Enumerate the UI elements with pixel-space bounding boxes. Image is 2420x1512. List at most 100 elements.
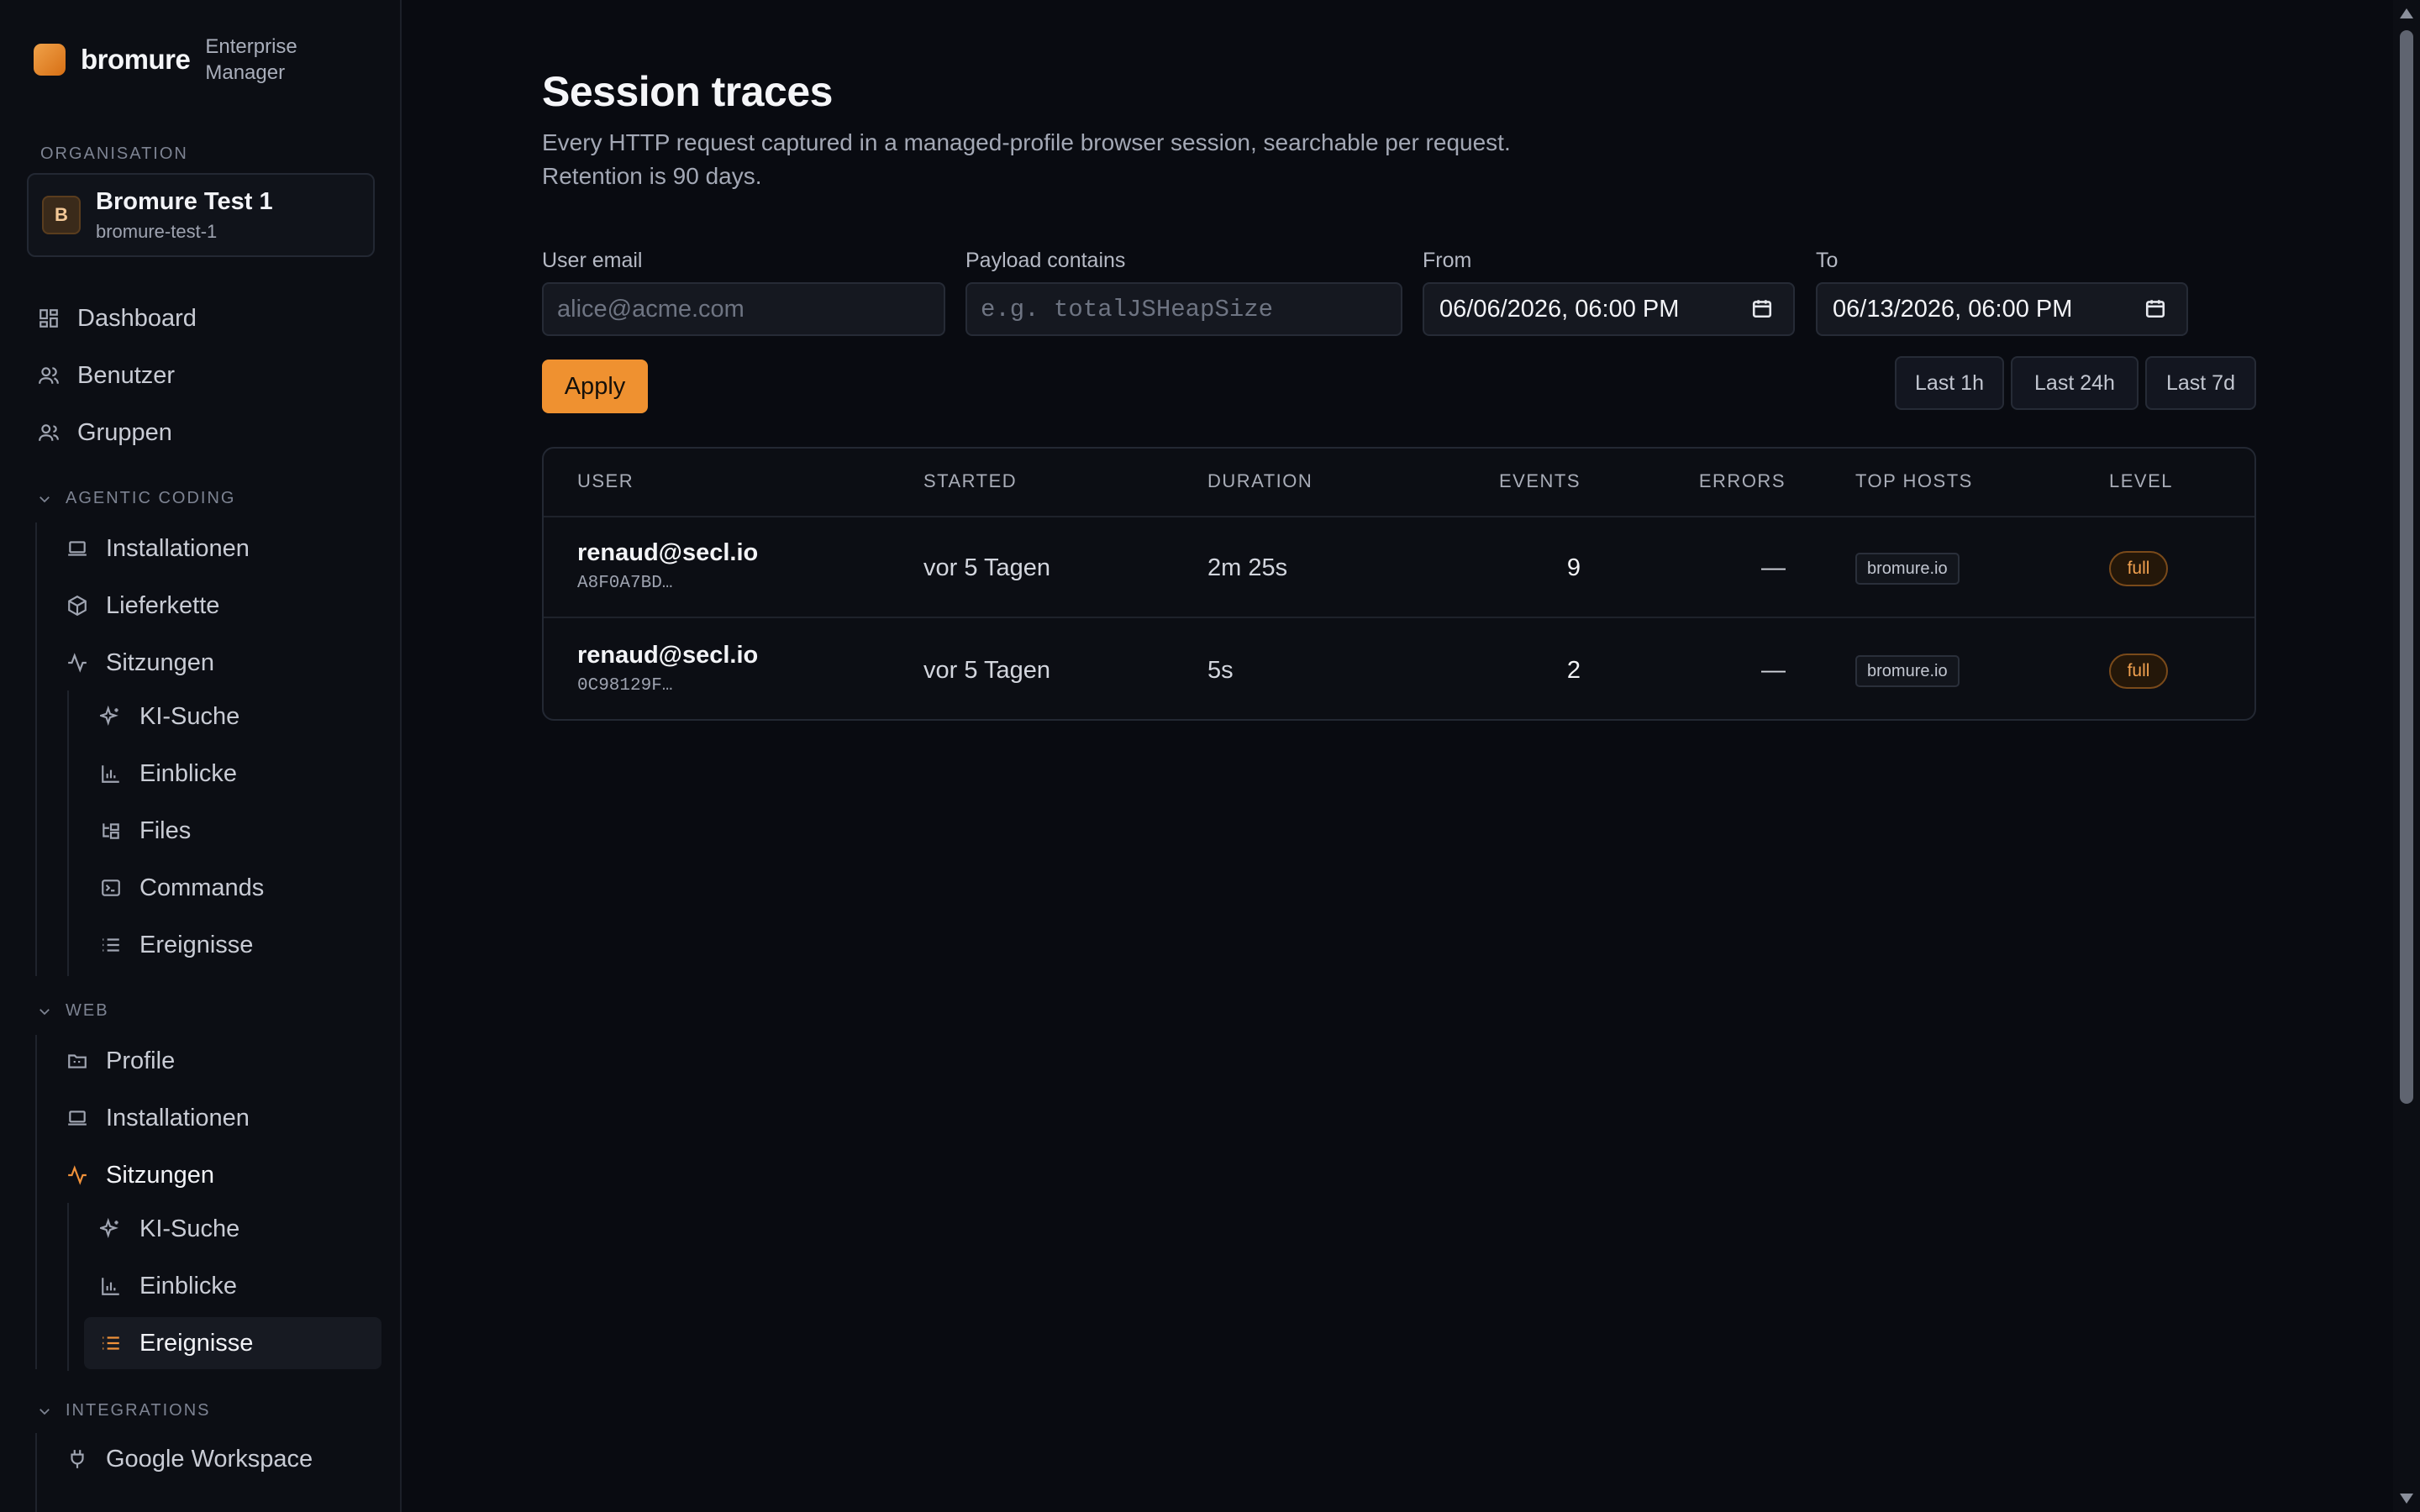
dashboard-icon (37, 307, 60, 330)
sidebar-item-label: Sitzungen (106, 1161, 214, 1189)
duration-cell: 2m 25s (1207, 554, 1288, 581)
org-name: Bromure Test 1 (96, 187, 273, 215)
laptop-icon (66, 537, 89, 560)
sidebar-item-web-installationen[interactable]: Installationen (66, 1092, 250, 1144)
from-date-field[interactable]: 06/06/2026, 06:00 PM (1423, 282, 1795, 336)
file-tree-icon (99, 819, 123, 843)
chevron-down-icon (39, 1008, 50, 1015)
range-last-24h-button[interactable]: Last 24h (2011, 356, 2139, 410)
sidebar-item-lieferkette[interactable]: Lieferkette (66, 580, 219, 632)
calendar-icon[interactable] (1751, 297, 1775, 321)
page-title: Session traces (542, 68, 833, 115)
brand-name: bromure (81, 44, 191, 75)
scroll-down-arrow-icon[interactable] (2400, 1494, 2413, 1504)
user-email: renaud@secl.io (577, 539, 759, 566)
host-chip: bromure.io (1855, 553, 1960, 585)
tree-line (35, 1433, 37, 1512)
table-header: USER STARTED DURATION EVENTS ERRORS TOP … (544, 449, 2254, 517)
column-header-level[interactable]: LEVEL (2109, 470, 2173, 492)
group-icon (37, 421, 60, 444)
host-chip: bromure.io (1855, 655, 1960, 687)
user-email-label: User email (542, 249, 643, 272)
sidebar-item-label: Files (139, 816, 192, 844)
group-toggle-web[interactable]: WEB (37, 1001, 109, 1021)
sidebar-item-agentic-einblicke[interactable]: Einblicke (99, 748, 237, 800)
errors-cell: — (1761, 554, 1786, 581)
list-icon (99, 933, 123, 957)
to-date-field[interactable]: 06/13/2026, 06:00 PM (1816, 282, 2188, 336)
started-cell: vor 5 Tagen (923, 554, 1051, 581)
user-email-field[interactable] (542, 282, 945, 336)
table-row[interactable]: renaud@secl.io 0C98129F… vor 5 Tagen 5s … (544, 620, 2254, 719)
organisation-label: ORGANISATION (40, 144, 188, 163)
tree-line (35, 1035, 37, 1369)
sidebar-item-agentic-installationen[interactable]: Installationen (66, 522, 250, 575)
tree-line (35, 522, 37, 976)
sidebar-item-benutzer[interactable]: Benutzer (37, 349, 175, 402)
sidebar-item-label: Gruppen (77, 418, 172, 446)
table-row[interactable]: renaud@secl.io A8F0A7BD… vor 5 Tagen 2m … (544, 517, 2254, 618)
sidebar-item-label: Commands (139, 874, 265, 901)
sidebar-item-dashboard[interactable]: Dashboard (37, 292, 197, 344)
sidebar-item-agentic-sitzungen[interactable]: Sitzungen (66, 637, 214, 689)
user-email: renaud@secl.io (577, 642, 759, 669)
user-cell: renaud@secl.io A8F0A7BD… (577, 539, 758, 593)
range-last-7d-button[interactable]: Last 7d (2145, 356, 2256, 410)
sidebar-item-label: Einblicke (139, 759, 238, 787)
sidebar-item-agentic-ki-suche[interactable]: KI-Suche (99, 690, 239, 743)
events-cell: 2 (1566, 657, 1581, 684)
column-header-duration[interactable]: DURATION (1207, 470, 1313, 492)
folder-icon (66, 1049, 89, 1073)
sidebar-item-label: Installationen (106, 1104, 250, 1131)
bar-chart-icon (99, 1274, 123, 1298)
sidebar-item-web-ereignisse[interactable]: Ereignisse (84, 1317, 381, 1369)
sparkle-icon (99, 1217, 123, 1241)
tree-line (67, 690, 69, 976)
sidebar: bromure Enterprise Manager ORGANISATION … (0, 0, 402, 1512)
sidebar-item-gruppen[interactable]: Gruppen (37, 407, 172, 459)
sidebar-item-web-sitzungen[interactable]: Sitzungen (66, 1149, 214, 1201)
sidebar-item-commands[interactable]: Commands (99, 862, 264, 914)
group-title: INTEGRATIONS (66, 1401, 211, 1420)
session-id: A8F0A7BD… (577, 574, 673, 593)
column-header-started[interactable]: STARTED (923, 470, 1017, 492)
column-header-top-hosts[interactable]: TOP HOSTS (1855, 470, 1973, 492)
column-header-user[interactable]: USER (577, 470, 634, 492)
sidebar-item-files[interactable]: Files (99, 805, 191, 857)
sidebar-item-web-einblicke[interactable]: Einblicke (99, 1260, 237, 1312)
page-scrollbar[interactable] (2393, 0, 2420, 1512)
column-header-events[interactable]: EVENTS (1499, 470, 1581, 492)
calendar-icon[interactable] (2144, 297, 2168, 321)
org-avatar: B (42, 196, 81, 234)
scroll-up-arrow-icon[interactable] (2400, 8, 2413, 18)
brand-subtitle: Enterprise Manager (205, 35, 297, 84)
organisation-switcher[interactable]: B Bromure Test 1 bromure-test-1 (27, 173, 375, 257)
to-label: To (1816, 249, 1839, 272)
chevron-down-icon (39, 496, 50, 502)
brand-logo (34, 44, 66, 76)
group-toggle-agentic-coding[interactable]: AGENTIC CODING (37, 489, 235, 508)
sidebar-item-web-ki-suche[interactable]: KI-Suche (99, 1203, 239, 1255)
scroll-thumb[interactable] (2400, 30, 2413, 1104)
payload-input[interactable] (981, 295, 1401, 323)
sidebar-item-label: Dashboard (77, 304, 197, 332)
payload-label: Payload contains (965, 249, 1126, 272)
list-icon (99, 1331, 123, 1355)
brand[interactable]: bromure Enterprise Manager (34, 34, 323, 86)
package-icon (66, 594, 89, 617)
user-email-input[interactable] (557, 295, 944, 323)
range-last-1h-button[interactable]: Last 1h (1895, 356, 2004, 410)
payload-field[interactable] (965, 282, 1402, 336)
column-header-errors[interactable]: ERRORS (1699, 470, 1786, 492)
sidebar-item-label: Google Workspace (106, 1445, 313, 1473)
sparkle-icon (99, 705, 123, 728)
sidebar-item-profile[interactable]: Profile (66, 1035, 175, 1087)
sidebar-item-agentic-ereignisse[interactable]: Ereignisse (99, 919, 253, 971)
apply-button[interactable]: Apply (542, 360, 648, 413)
group-toggle-integrations[interactable]: INTEGRATIONS (37, 1401, 211, 1420)
from-date-value: 06/06/2026, 06:00 PM (1439, 295, 1680, 323)
sidebar-item-label: KI-Suche (139, 702, 240, 730)
activity-icon (66, 1163, 89, 1187)
sidebar-item-google-workspace[interactable]: Google Workspace (66, 1433, 313, 1485)
sidebar-item-label: Ereignisse (139, 1329, 254, 1357)
